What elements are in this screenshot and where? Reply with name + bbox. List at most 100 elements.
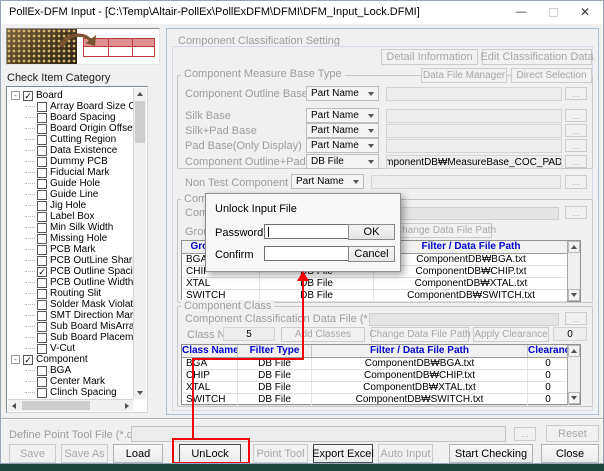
edit-classification-data-button[interactable]: Edit Classification Data bbox=[482, 49, 592, 65]
confirm-input[interactable] bbox=[264, 246, 350, 261]
define-browse-button[interactable]: ... bbox=[514, 427, 536, 441]
tree-item[interactable]: Dummy PCB bbox=[9, 156, 133, 167]
measure-path-field[interactable] bbox=[386, 124, 562, 138]
class-data-file-field[interactable] bbox=[369, 313, 559, 326]
tree-item[interactable]: SMT Direction Mark bbox=[9, 310, 133, 321]
tree-item[interactable]: Data Existence bbox=[9, 145, 133, 156]
checkbox-icon[interactable] bbox=[37, 157, 47, 167]
clearance-value-field[interactable]: 0 bbox=[553, 327, 587, 341]
class-change-path-button[interactable]: Change Data File Path bbox=[371, 327, 469, 342]
tree-item[interactable]: Board Origin Offset bbox=[9, 123, 133, 134]
checkbox-icon[interactable] bbox=[37, 179, 47, 189]
tree-item[interactable]: Center Mark bbox=[9, 376, 133, 387]
scroll-up-icon[interactable] bbox=[134, 88, 146, 100]
checkbox-icon[interactable] bbox=[37, 113, 47, 123]
checkbox-icon[interactable] bbox=[37, 135, 47, 145]
checkbox-icon[interactable] bbox=[37, 124, 47, 134]
add-classes-button[interactable]: Add Classes bbox=[281, 327, 365, 342]
table-scrollbar[interactable] bbox=[567, 345, 580, 404]
checkbox-icon[interactable] bbox=[37, 289, 47, 299]
scroll-right-icon[interactable] bbox=[121, 400, 133, 411]
checkbox-icon[interactable] bbox=[37, 333, 47, 343]
tree-item[interactable]: Solder Mask Violation bbox=[9, 299, 133, 310]
class-no-field[interactable]: 5 bbox=[223, 327, 275, 341]
tree-item[interactable]: Clinch Spacing bbox=[9, 387, 133, 398]
measure-browse-button[interactable]: ... bbox=[565, 139, 587, 152]
measure-type-combo[interactable]: DB File bbox=[306, 154, 379, 169]
tree-item[interactable]: Fiducial Mark bbox=[9, 167, 133, 178]
checkbox-icon[interactable] bbox=[37, 377, 47, 387]
scroll-thumb[interactable] bbox=[135, 101, 145, 143]
column-header[interactable]: Filter Type bbox=[238, 345, 312, 357]
tree-item[interactable]: Jig Hole bbox=[9, 200, 133, 211]
tree-item[interactable]: Guide Line bbox=[9, 189, 133, 200]
measure-path-field[interactable]: ComponentDB₩MeasureBase_COC_PAD.txt bbox=[386, 155, 562, 169]
checkbox-icon[interactable] bbox=[37, 245, 47, 255]
data-file-manager-button[interactable]: Data File Manager bbox=[421, 68, 507, 83]
tree-item[interactable]: Routing Slit bbox=[9, 288, 133, 299]
tree-horizontal-scrollbar[interactable] bbox=[8, 399, 133, 411]
maximize-button[interactable] bbox=[537, 1, 569, 23]
tree-item[interactable]: V-Cut bbox=[9, 343, 133, 354]
tree-item[interactable]: BGA bbox=[9, 365, 133, 376]
group-browse-button[interactable]: ... bbox=[565, 206, 587, 219]
scroll-down-icon[interactable] bbox=[568, 289, 580, 301]
checkbox-icon[interactable] bbox=[37, 311, 47, 321]
checkbox-icon[interactable] bbox=[37, 256, 47, 266]
checkbox-icon[interactable] bbox=[37, 234, 47, 244]
checkbox-icon[interactable] bbox=[37, 146, 47, 156]
table-scrollbar[interactable] bbox=[567, 241, 580, 301]
column-header[interactable]: Clearance bbox=[528, 345, 569, 357]
tree-item[interactable]: PCB Mark bbox=[9, 244, 133, 255]
checkbox-icon[interactable] bbox=[37, 212, 47, 222]
detail-information-button[interactable]: Detail Information bbox=[381, 49, 478, 65]
tree-item[interactable]: Label Box bbox=[9, 211, 133, 222]
checkbox-icon[interactable] bbox=[37, 102, 47, 112]
checkbox-icon[interactable] bbox=[37, 344, 47, 354]
checkbox-icon[interactable] bbox=[37, 223, 47, 233]
measure-browse-button[interactable]: ... bbox=[565, 124, 587, 137]
table-row[interactable]: CHIPDB FileComponentDB₩CHIP.txt0 bbox=[182, 370, 567, 382]
point-tool-button[interactable]: Point Tool bbox=[253, 444, 308, 463]
close-button[interactable]: Close bbox=[541, 444, 599, 463]
tree-item[interactable]: Min Silk Width bbox=[9, 222, 133, 233]
scroll-up-icon[interactable] bbox=[568, 345, 580, 357]
column-header[interactable]: Class Name bbox=[182, 345, 238, 357]
non-test-path-field[interactable] bbox=[371, 175, 561, 189]
checkbox-checked-icon[interactable]: ✓ bbox=[23, 91, 33, 101]
checkbox-icon[interactable] bbox=[37, 278, 47, 288]
measure-path-field[interactable] bbox=[386, 139, 562, 153]
save-button[interactable]: Save bbox=[9, 444, 56, 463]
scroll-down-icon[interactable] bbox=[134, 387, 146, 399]
reset-button[interactable]: Reset bbox=[546, 425, 599, 442]
tree-collapse-icon[interactable]: - bbox=[11, 355, 20, 364]
tree-item[interactable]: Missing Hole bbox=[9, 233, 133, 244]
group-change-path-button[interactable]: Change Data File Path bbox=[399, 223, 492, 238]
ok-button[interactable]: OK bbox=[348, 224, 395, 240]
load-button[interactable]: Load bbox=[113, 444, 163, 463]
checkbox-checked-icon[interactable]: ✓ bbox=[23, 355, 33, 365]
measure-browse-button[interactable]: ... bbox=[565, 87, 587, 100]
minimize-button[interactable]: — bbox=[505, 1, 537, 23]
measure-browse-button[interactable]: ... bbox=[565, 109, 587, 122]
apply-clearance-button[interactable]: Apply Clearance bbox=[473, 327, 549, 342]
table-row[interactable]: XTALDB FileComponentDB₩XTAL.txt bbox=[182, 278, 567, 290]
tree-collapse-icon[interactable]: - bbox=[11, 91, 20, 100]
measure-type-combo[interactable]: Part Name bbox=[306, 108, 379, 123]
class-browse-button[interactable]: ... bbox=[565, 312, 587, 325]
tree-item[interactable]: Array Board Size Chec bbox=[9, 101, 133, 112]
scroll-up-icon[interactable] bbox=[568, 241, 580, 253]
tree-item[interactable]: PCB Outline Width bbox=[9, 277, 133, 288]
tree-item[interactable]: PCB OutLine Sharp Ar bbox=[9, 255, 133, 266]
direct-selection-button[interactable]: Direct Selection bbox=[511, 68, 592, 83]
password-input[interactable] bbox=[264, 224, 350, 239]
tree-item[interactable]: Sub Board Placement bbox=[9, 332, 133, 343]
save-as-button[interactable]: Save As bbox=[61, 444, 108, 463]
cancel-button[interactable]: Cancel bbox=[348, 246, 395, 262]
scroll-down-icon[interactable] bbox=[568, 392, 580, 404]
checkbox-icon[interactable] bbox=[37, 190, 47, 200]
measure-type-combo[interactable]: Part Name bbox=[306, 86, 379, 101]
checkbox-icon[interactable] bbox=[37, 366, 47, 376]
measure-path-field[interactable] bbox=[386, 109, 562, 123]
column-header[interactable]: Filter / Data File Path bbox=[374, 241, 569, 253]
